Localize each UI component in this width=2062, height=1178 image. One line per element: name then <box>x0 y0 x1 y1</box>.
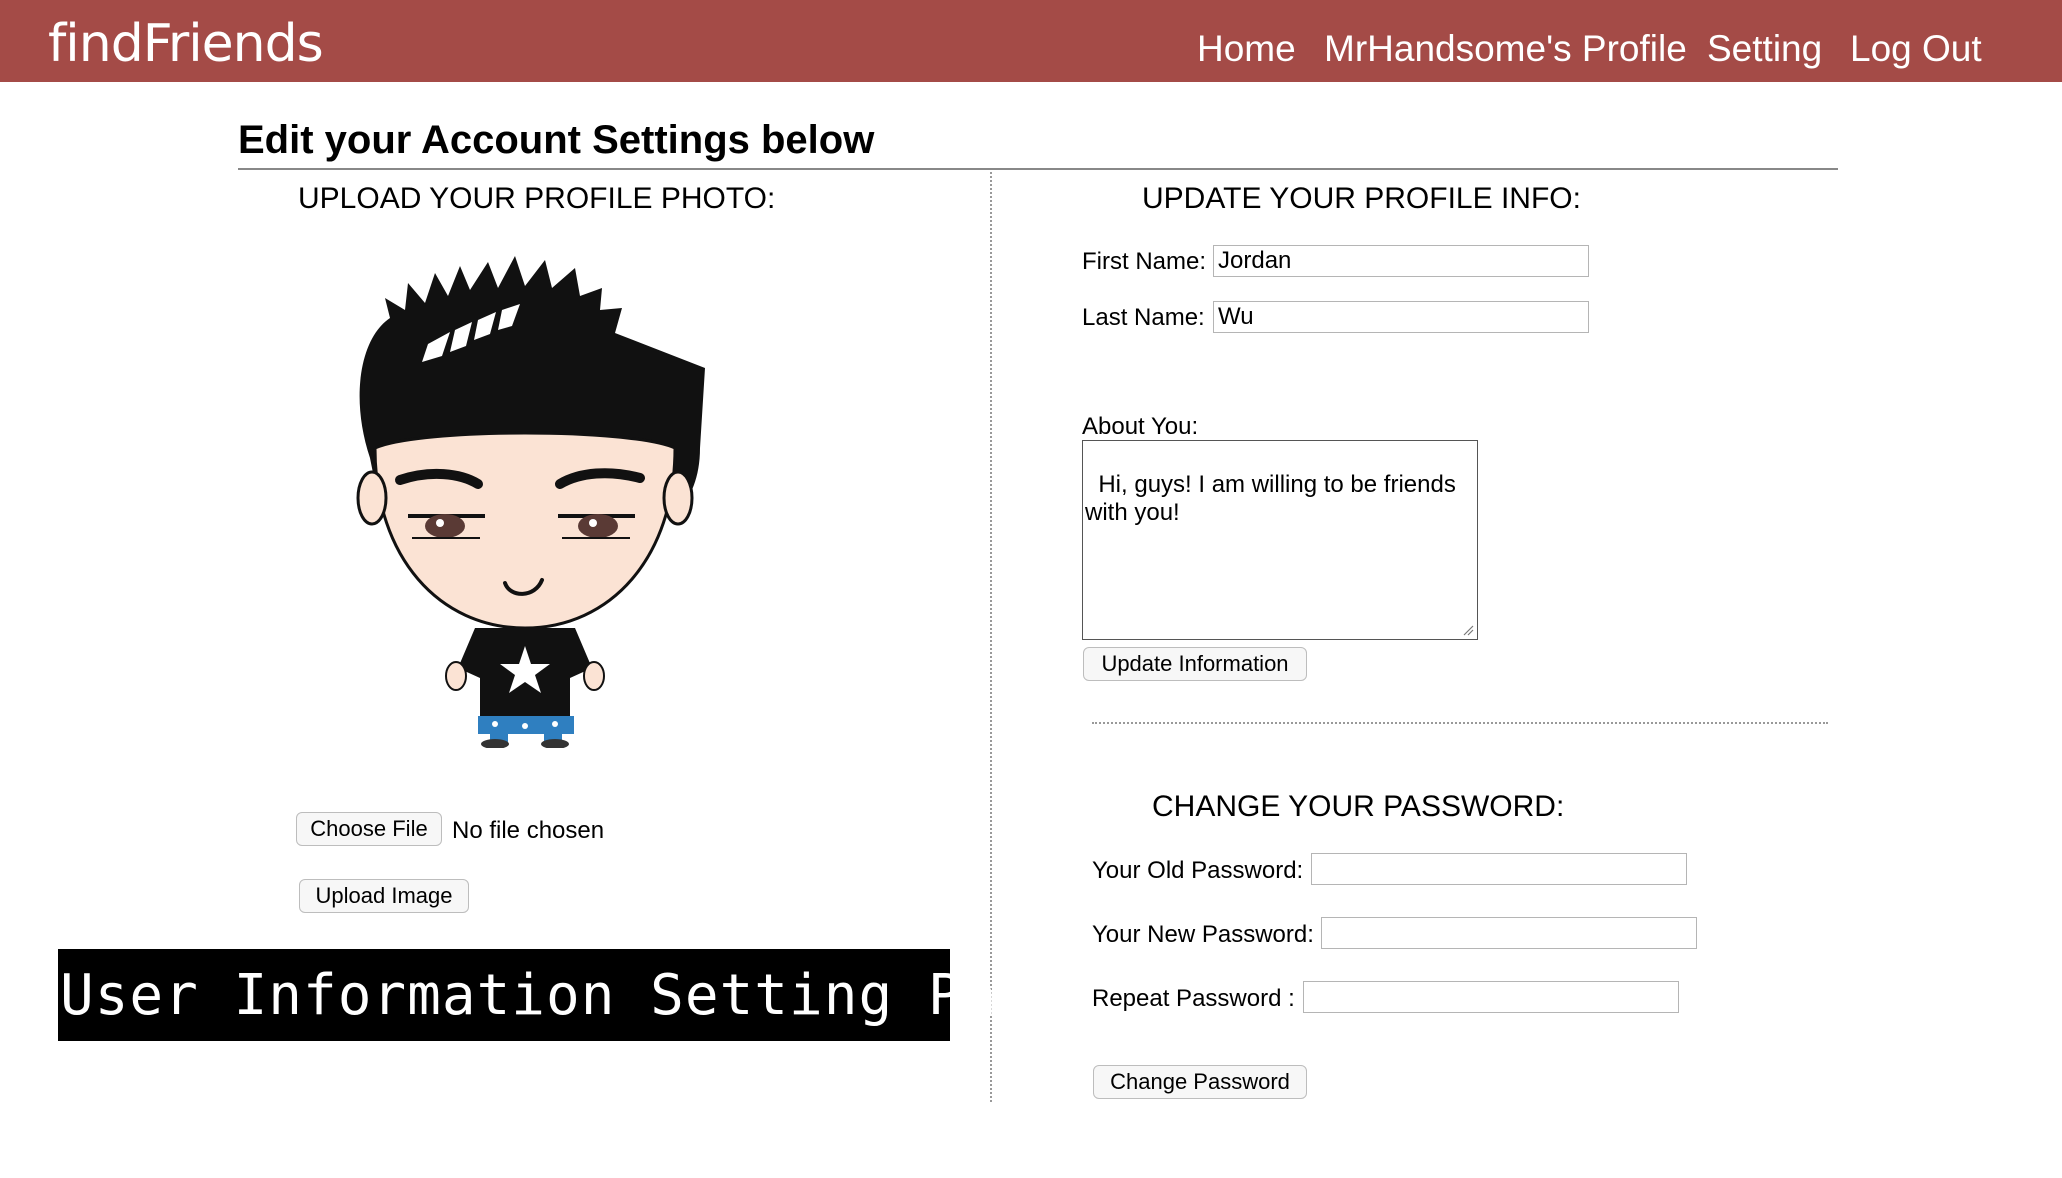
last-name-input[interactable]: Wu <box>1213 301 1589 333</box>
upload-image-button[interactable]: Upload Image <box>299 879 469 913</box>
about-you-label: About You: <box>1082 413 1199 440</box>
old-password-input[interactable] <box>1311 853 1687 885</box>
profile-avatar-image <box>356 256 705 748</box>
brand-logo[interactable]: findFriends <box>48 14 324 74</box>
upload-photo-title: UPLOAD YOUR PROFILE PHOTO: <box>298 182 776 215</box>
page-title: Edit your Account Settings below <box>238 118 875 162</box>
about-you-textarea[interactable]: Hi, guys! I am willing to be friends wit… <box>1082 440 1478 640</box>
change-password-title: CHANGE YOUR PASSWORD: <box>1152 790 1565 823</box>
top-navbar: findFriends Home MrHandsome's Profile Se… <box>0 0 2062 82</box>
first-name-label: First Name: <box>1082 248 1207 275</box>
new-password-input[interactable] <box>1321 917 1697 949</box>
change-password-button[interactable]: Change Password <box>1093 1065 1307 1099</box>
file-status-text: No file chosen <box>452 817 605 844</box>
nav-profile-link[interactable]: MrHandsome's Profile <box>1324 28 1687 70</box>
page-caption-text: User Information Setting Page <box>60 963 1067 1028</box>
nav-setting-link[interactable]: Setting <box>1707 28 1822 70</box>
update-information-button[interactable]: Update Information <box>1083 647 1307 681</box>
old-password-label: Your Old Password: <box>1092 857 1304 884</box>
new-password-label: Your New Password: <box>1092 921 1314 948</box>
section-divider <box>1092 722 1828 724</box>
choose-file-button[interactable]: Choose File <box>296 812 442 846</box>
nav-home-link[interactable]: Home <box>1197 28 1296 70</box>
heading-divider <box>238 168 1838 170</box>
nav-logout-link[interactable]: Log Out <box>1850 28 1982 70</box>
repeat-password-label: Repeat Password : <box>1092 985 1295 1012</box>
resize-grip-icon[interactable] <box>1462 624 1474 636</box>
last-name-label: Last Name: <box>1082 304 1205 331</box>
about-you-text: Hi, guys! I am willing to be friends wit… <box>1085 471 1456 526</box>
repeat-password-input[interactable] <box>1303 981 1679 1013</box>
first-name-input[interactable]: Jordan <box>1213 245 1589 277</box>
page-caption-banner: User Information Setting Page <box>58 949 1066 1041</box>
update-profile-title: UPDATE YOUR PROFILE INFO: <box>1142 182 1581 215</box>
